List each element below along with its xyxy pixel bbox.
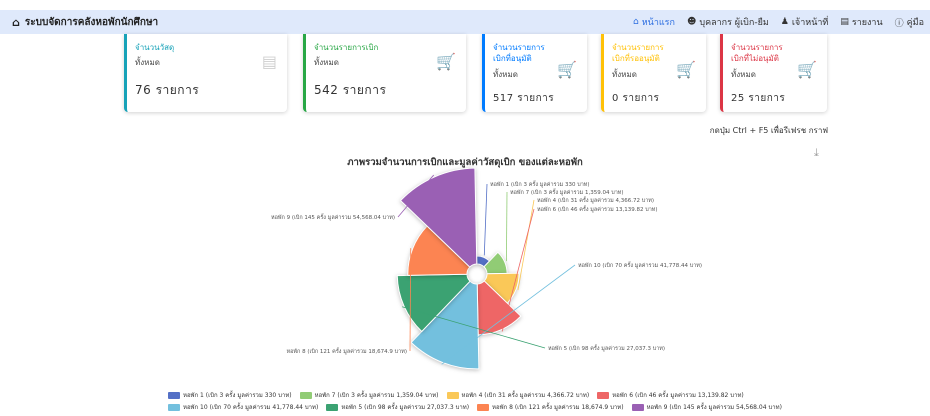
legend-label: หอพัก 5 (เบิก 98 ครั้ง มูลค่ารวม 27,037.… (341, 404, 470, 411)
legend-row: หอพัก 10 (เบิก 70 ครั้ง มูลค่ารวม 41,778… (168, 401, 808, 413)
legend-swatch (446, 391, 459, 399)
slice-label-8: หอพัก 9 (เบิก 145 ครั้ง มูลค่ารวม 54,568… (271, 213, 395, 221)
leader-line-3 (517, 199, 535, 291)
chart-legend: หอพัก 1 (เบิก 3 ครั้ง มูลค่ารวม 330 บาท)… (168, 389, 808, 413)
slice-label-2: หอพัก 7 (เบิก 3 ครั้ง มูลค่ารวม 1,359.04… (510, 188, 624, 196)
legend-row: หอพัก 1 (เบิก 3 ครั้ง มูลค่ารวม 330 บาท)… (168, 389, 808, 401)
legend-swatch (326, 403, 339, 411)
legend-swatch (168, 403, 180, 411)
slice-label-3: หอพัก 4 (เบิก 31 ครั้ง มูลค่ารวม 4,366.7… (537, 196, 654, 204)
legend-item[interactable]: หอพัก 9 (เบิก 145 ครั้ง มูลค่ารวม 54,568… (631, 402, 782, 412)
legend-label: หอพัก 9 (เบิก 145 ครั้ง มูลค่ารวม 54,568… (646, 404, 782, 411)
legend-swatch (477, 403, 490, 411)
legend-swatch (168, 391, 180, 399)
slice-label-1: หอพัก 1 (เบิก 3 ครั้ง มูลค่ารวม 330 บาท) (490, 180, 590, 188)
leader-line-1 (483, 183, 488, 256)
legend-swatch (597, 391, 610, 399)
legend-label: หอพัก 7 (เบิก 3 ครั้ง มูลค่ารวม 1,359.04… (314, 392, 439, 399)
legend-swatch (299, 391, 312, 399)
legend-item[interactable]: หอพัก 8 (เบิก 121 ครั้ง มูลค่ารวม 18,674… (477, 402, 624, 412)
slice-label-7: หอพัก 8 (เบิก 121 ครั้ง มูลค่ารวม 18,674… (286, 347, 407, 355)
slice-label-4: หอพัก 6 (เบิก 46 ครั้ง มูลค่ารวม 13,139.… (537, 205, 658, 213)
slice-label-6: หอพัก 5 (เบิก 98 ครั้ง มูลค่ารวม 27,037.… (548, 344, 665, 352)
legend-item[interactable]: หอพัก 10 (เบิก 70 ครั้ง มูลค่ารวม 41,778… (168, 402, 318, 412)
legend-swatch (631, 403, 644, 411)
legend-item[interactable]: หอพัก 5 (เบิก 98 ครั้ง มูลค่ารวม 27,037.… (326, 402, 469, 412)
slice-label-5: หอพัก 10 (เบิก 70 ครั้ง มูลค่ารวม 41,778… (578, 261, 702, 269)
legend-item[interactable]: หอพัก 6 (เบิก 46 ครั้ง มูลค่ารวม 13,139.… (597, 390, 744, 400)
legend-label: หอพัก 4 (เบิก 31 ครั้ง มูลค่ารวม 4,366.7… (461, 392, 590, 399)
legend-item[interactable]: หอพัก 7 (เบิก 3 ครั้ง มูลค่ารวม 1,359.04… (299, 390, 439, 400)
legend-label: หอพัก 6 (เบิก 46 ครั้ง มูลค่ารวม 13,139.… (612, 392, 744, 399)
legend-label: หอพัก 8 (เบิก 121 ครั้ง มูลค่ารวม 18,674… (492, 404, 624, 411)
legend-label: หอพัก 10 (เบิก 70 ครั้ง มูลค่ารวม 41,778… (183, 404, 319, 411)
legend-item[interactable]: หอพัก 4 (เบิก 31 ครั้ง มูลค่ารวม 4,366.7… (446, 390, 590, 400)
pie-slice-2[interactable] (483, 251, 508, 275)
rose-pie-chart: หอพัก 1 (เบิก 3 ครั้ง มูลค่ารวม 330 บาท)… (271, 167, 702, 370)
legend-label: หอพัก 1 (เบิก 3 ครั้ง มูลค่ารวม 330 บาท) (183, 392, 292, 399)
leader-line-2 (506, 191, 508, 262)
legend-item[interactable]: หอพัก 1 (เบิก 3 ครั้ง มูลค่ารวม 330 บาท) (168, 390, 292, 400)
